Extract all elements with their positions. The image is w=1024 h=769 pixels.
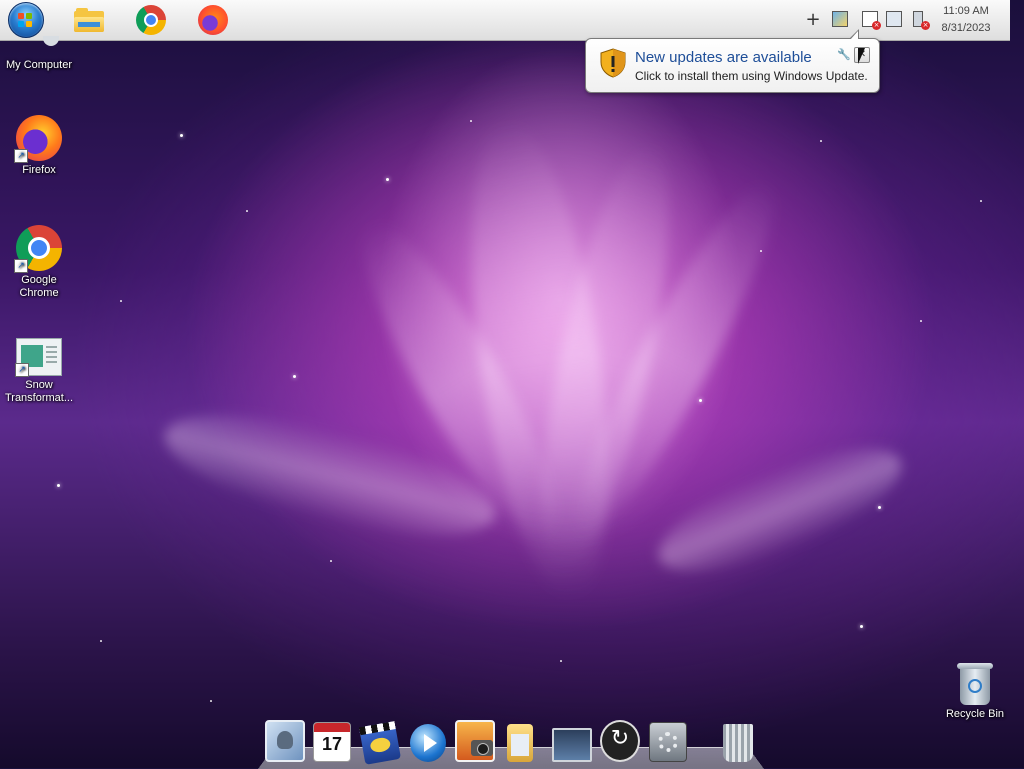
mouse-cursor-icon: [858, 48, 865, 64]
clock[interactable]: 11:09 AM 8/31/2023: [931, 3, 1001, 37]
desktop-icon-firefox[interactable]: ↗ Firefox: [0, 115, 79, 177]
desktop-icon-snow-transformation[interactable]: ↗ Snow Transformat...: [0, 338, 79, 405]
clock-date: 8/31/2023: [941, 22, 991, 34]
action-center-flag-icon[interactable]: ×: [861, 10, 881, 30]
dock-item-documents[interactable]: [500, 718, 540, 762]
plus-icon[interactable]: +: [804, 9, 822, 30]
desktop-icon-label: Recycle Bin: [945, 708, 1005, 720]
chrome-icon: ↗: [14, 225, 62, 273]
desktop-icon-recycle-bin[interactable]: Recycle Bin: [935, 663, 1015, 721]
shortcut-arrow-icon: ↗: [14, 149, 28, 163]
dock-item-trash[interactable]: [718, 718, 758, 762]
update-notification-balloon[interactable]: New updates are available Click to insta…: [585, 29, 880, 93]
desktop-icon-label: Firefox: [22, 164, 56, 176]
clock-time: 11:09 AM: [943, 5, 989, 17]
calendar-day: 17: [321, 734, 343, 754]
imovie-icon: [358, 721, 402, 765]
display-icon: [552, 728, 592, 762]
network-monitor-icon[interactable]: [831, 10, 849, 28]
dock-item-display[interactable]: [552, 718, 592, 762]
trash-icon: [723, 724, 753, 762]
folder-icon: [74, 8, 104, 32]
dock-item-mail[interactable]: [265, 718, 305, 762]
system-preferences-icon: [649, 722, 687, 762]
iphoto-icon: [455, 720, 495, 762]
start-button[interactable]: [8, 2, 44, 38]
wallpaper: [0, 0, 1024, 768]
recycle-bin-icon: [957, 663, 993, 705]
volume-muted-icon[interactable]: ×: [909, 10, 930, 30]
taskbar-file-explorer-button[interactable]: [71, 3, 107, 37]
desktop-icon-label: My Computer: [5, 59, 73, 71]
chrome-icon: [136, 5, 166, 35]
wrench-icon[interactable]: 🔧: [837, 48, 851, 61]
network-disconnected-icon[interactable]: [885, 10, 903, 28]
dock-item-quicktime[interactable]: [408, 718, 448, 762]
dock-item-system-preferences[interactable]: [648, 718, 688, 762]
desktop-icon-google-chrome[interactable]: ↗ Google Chrome: [0, 225, 79, 300]
notification-title: New updates are available: [635, 49, 812, 66]
quicktime-icon: [410, 724, 446, 762]
shield-warning-icon: [600, 48, 626, 78]
dock-item-imovie[interactable]: [358, 718, 402, 765]
windows-logo-icon: [8, 2, 44, 38]
documents-folder-icon: [507, 724, 533, 762]
dock-item-time-machine[interactable]: ↻: [600, 718, 640, 762]
shortcut-arrow-icon: ↗: [15, 363, 29, 377]
dock-item-calendar[interactable]: 17: [312, 718, 352, 762]
firefox-icon: [198, 5, 228, 35]
desktop-icon-label: Snow Transformat...: [4, 379, 74, 404]
taskbar-chrome-button[interactable]: [133, 3, 169, 37]
snow-transformation-icon: ↗: [15, 338, 62, 377]
mail-icon: [265, 720, 305, 762]
time-machine-icon: ↻: [600, 720, 640, 762]
firefox-icon: ↗: [14, 115, 62, 163]
calendar-icon: 17: [313, 722, 351, 762]
desktop-icon-my-computer[interactable]: My Computer: [0, 36, 79, 72]
computer-icon: [19, 36, 59, 56]
taskbar-firefox-button[interactable]: [195, 3, 231, 37]
notification-text: Click to install them using Windows Upda…: [635, 69, 868, 83]
dock-item-iphoto[interactable]: [455, 718, 495, 762]
shortcut-arrow-icon: ↗: [14, 259, 28, 273]
desktop-icon-label: Google Chrome: [19, 274, 59, 299]
